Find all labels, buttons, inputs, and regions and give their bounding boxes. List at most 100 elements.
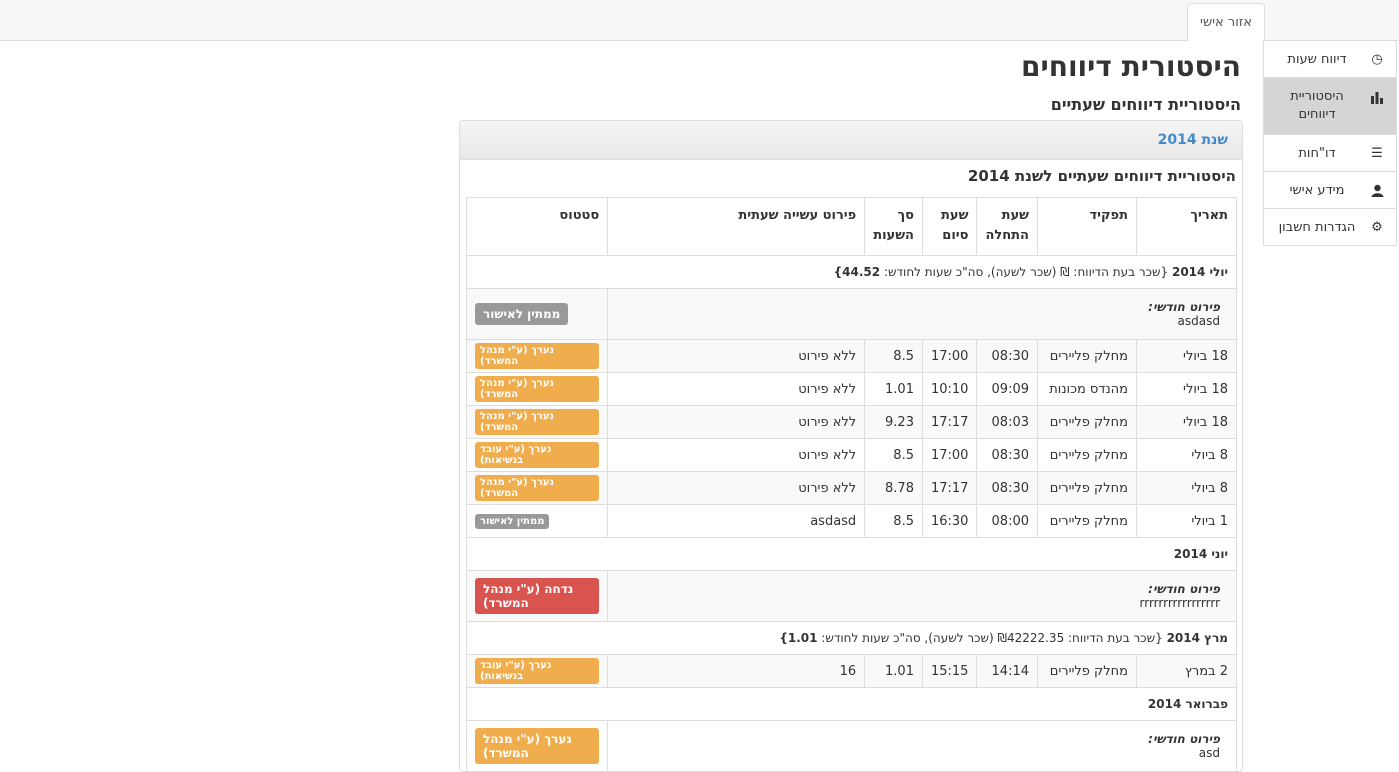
cell-start: 14:14: [976, 654, 1038, 688]
list-icon: ☰: [1371, 146, 1383, 161]
gear-icon: ⚙: [1371, 220, 1383, 235]
cell-role: מחלק פליירים: [1037, 339, 1137, 373]
table-row: 8 ביולי מחלק פליירים 08:30 17:17 8.78 לל…: [465, 471, 1237, 505]
status-cell: נערך (ע"י מנהל המשרד): [465, 372, 609, 406]
cell-date: 18 ביולי: [1136, 339, 1237, 373]
cell-start: 08:03: [976, 405, 1038, 439]
cell-end: 17:17: [921, 405, 978, 439]
reports-table: תאריך תפקיד שעת התחלה שעת סיום סך השעות …: [465, 197, 1237, 771]
cell-total: 8.78: [864, 471, 923, 505]
panel-header-link[interactable]: שנת 2014: [1158, 132, 1228, 148]
top-navbar: אזור אישי: [0, 0, 1399, 42]
cell-date: 18 ביולי: [1136, 372, 1237, 406]
cell-role: מחלק פליירים: [1037, 438, 1137, 472]
month-detail: פירוט חודשי: asd: [607, 720, 1237, 771]
month-total: 44.52}: [833, 265, 881, 279]
detail-label: פירוט חודשי:: [1148, 732, 1220, 746]
status-badge: נדחה (ע"י מנהל המשרד): [475, 578, 600, 614]
tab-personal-area[interactable]: אזור אישי: [1187, 3, 1265, 42]
cell-start: 09:09: [976, 372, 1038, 406]
cell-end: 15:15: [921, 654, 978, 688]
page-title: היסטורית דיווחים: [1020, 50, 1241, 83]
table-row: 18 ביולי מהנדס מכונות 09:09 10:10 1.01 ל…: [465, 372, 1237, 406]
status-badge: ממתין לאישור: [475, 303, 569, 325]
col-total: סך השעות: [864, 197, 923, 256]
month-detail: פירוט חודשי: asdasd: [607, 288, 1237, 340]
status-cell: נערך (ע"י מנהל המשרד): [465, 471, 609, 505]
cell-description: ללא פירוט: [607, 372, 866, 406]
sidebar-item-personal-info[interactable]: מידע אישי: [1263, 172, 1397, 209]
cell-total: 1.01: [864, 654, 923, 688]
month-total: 1.01}: [779, 631, 818, 645]
status-badge: נערך (ע"י מנהל המשרד): [475, 343, 600, 369]
sidebar-item-account-settings[interactable]: ⚙ הגדרות חשבון: [1263, 209, 1397, 246]
status-cell: ממתין לאישור: [465, 288, 609, 340]
detail-value: asdasd: [1177, 314, 1220, 328]
month-info: {שכר בעת הדיווח: ₪42222.35 (שכר לשעה), ס…: [821, 631, 1163, 645]
cell-date: 2 במרץ: [1136, 654, 1237, 688]
status-badge: נערך (ע"י מנהל המשרד): [475, 376, 600, 402]
status-badge: נערך (ע"י מנהל המשרד): [475, 409, 600, 435]
table-row: 18 ביולי מחלק פליירים 08:30 17:00 8.5 לל…: [465, 339, 1237, 373]
status-badge: נערך (ע"י עובד בנשיאות): [475, 442, 600, 468]
cell-start: 08:30: [976, 471, 1038, 505]
month-row-july: יולי 2014 {שכר בעת הדיווח: ₪ (שכר לשעה),…: [466, 255, 1237, 289]
page-subtitle: היסטוריית דיווחים שעתיים: [1050, 95, 1241, 114]
cell-date: 8 ביולי: [1136, 471, 1237, 505]
cell-total: 8.5: [864, 438, 923, 472]
detail-label: פירוט חודשי:: [1148, 300, 1220, 314]
cell-description: asdasd: [607, 504, 866, 538]
cell-date: 18 ביולי: [1136, 405, 1237, 439]
col-start: שעת התחלה: [976, 197, 1038, 256]
month-name: מרץ 2014: [1166, 631, 1228, 645]
month-summary: פברואר 2014: [466, 687, 1237, 721]
table-header-row: תאריך תפקיד שעת התחלה שעת סיום סך השעות …: [465, 197, 1237, 256]
cell-total: 8.5: [864, 339, 923, 373]
month-summary: יוני 2014: [466, 537, 1237, 571]
status-cell: נדחה (ע"י מנהל המשרד): [465, 570, 609, 622]
col-description: פירוט עשייה שעתית: [607, 197, 866, 256]
cell-description: ללא פירוט: [607, 438, 866, 472]
cell-date: 8 ביולי: [1136, 438, 1237, 472]
status-badge: נערך (ע"י מנהל המשרד): [475, 475, 600, 501]
col-date: תאריך: [1136, 197, 1237, 256]
cell-role: מחלק פליירים: [1037, 504, 1137, 538]
status-cell: ממתין לאישור: [465, 504, 609, 538]
col-status: סטטוס: [465, 197, 609, 256]
panel-title: היסטוריית דיווחים שעתיים לשנת 2014: [967, 167, 1236, 185]
cell-role: מחלק פליירים: [1037, 471, 1137, 505]
month-summary: מרץ 2014 {שכר בעת הדיווח: ₪42222.35 (שכר…: [466, 621, 1237, 655]
detail-value: rrrrrrrrrrrrrrrrr: [1139, 596, 1221, 610]
status-cell: נערך (ע"י עובד בנשיאות): [465, 438, 609, 472]
year-panel: שנת 2014 היסטוריית דיווחים שעתיים לשנת 2…: [459, 120, 1243, 772]
status-cell: נערך (ע"י מנהל המשרד): [465, 339, 609, 373]
user-icon: [1370, 184, 1384, 198]
panel-header[interactable]: שנת 2014: [460, 121, 1242, 160]
cell-description: 16: [607, 654, 866, 688]
month-detail-row: פירוט חודשי: rrrrrrrrrrrrrrrrr נדחה (ע"י…: [465, 570, 1237, 622]
col-role: תפקיד: [1037, 197, 1137, 256]
cell-total: 1.01: [864, 372, 923, 406]
sidebar-item-label: מידע אישי: [1289, 183, 1345, 198]
sidebar-item-history[interactable]: היסטוריית דיווחים: [1263, 78, 1397, 135]
table-row: 18 ביולי מחלק פליירים 08:03 17:17 9.23 ל…: [465, 405, 1237, 439]
sidebar-item-label: הגדרות חשבון: [1278, 220, 1356, 235]
cell-end: 17:00: [921, 438, 978, 472]
month-name: פברואר 2014: [1147, 697, 1228, 711]
table-row: 2 במרץ מחלק פליירים 14:14 15:15 1.01 16 …: [465, 654, 1237, 688]
sidebar-item-reports[interactable]: ☰ דו"חות: [1263, 135, 1397, 172]
cell-end: 17:00: [921, 339, 978, 373]
table-row: 8 ביולי מחלק פליירים 08:30 17:00 8.5 ללא…: [465, 438, 1237, 472]
month-detail-row: פירוט חודשי: asdasd ממתין לאישור: [465, 288, 1237, 340]
cell-description: ללא פירוט: [607, 339, 866, 373]
cell-role: מחלק פליירים: [1037, 405, 1137, 439]
detail-label: פירוט חודשי:: [1148, 582, 1220, 596]
cell-start: 08:30: [976, 438, 1038, 472]
table-row: 1 ביולי מחלק פליירים 08:00 16:30 8.5 asd…: [465, 504, 1237, 538]
cell-total: 8.5: [864, 504, 923, 538]
month-row-june: יוני 2014: [466, 537, 1237, 571]
cell-role: מחלק פליירים: [1037, 654, 1137, 688]
sidebar-item-hours-report[interactable]: ◷ דיווח שעות: [1263, 40, 1397, 78]
month-info: {שכר בעת הדיווח: ₪ (שכר לשעה), סה"כ שעות…: [883, 265, 1169, 279]
cell-description: ללא פירוט: [607, 471, 866, 505]
